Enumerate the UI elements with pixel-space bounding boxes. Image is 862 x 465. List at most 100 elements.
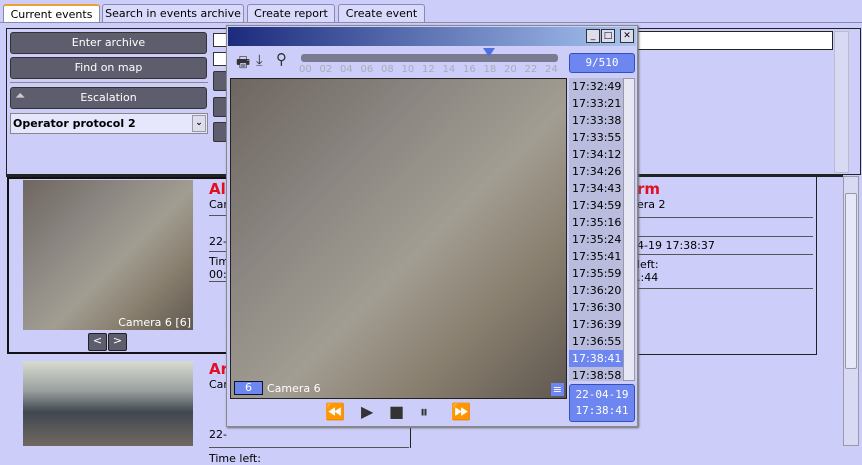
divider [410, 428, 411, 448]
stop-icon[interactable]: ■ [389, 402, 404, 421]
event-thumbnail[interactable] [23, 361, 193, 446]
timeline-tick: 04 [340, 64, 353, 75]
side-button[interactable] [213, 122, 227, 142]
time-list-item[interactable]: 17:36:30 [569, 299, 623, 316]
timeline-ticks: 00 02 04 06 08 10 12 14 16 18 20 22 24 [299, 64, 563, 76]
detail-title: rm [637, 180, 661, 198]
event-detail: rm era 2 4-19 17:38:37 left: .:44 [637, 180, 813, 289]
time-list-item[interactable]: 17:38:58 [569, 367, 623, 381]
timeline-tick: 14 [442, 64, 456, 75]
timeline-tick: 08 [381, 64, 394, 75]
time-list-item[interactable]: 17:34:12 [569, 146, 623, 163]
checkbox[interactable] [213, 33, 227, 47]
time-list-scrollbar[interactable] [623, 78, 635, 381]
comment-input[interactable] [637, 31, 833, 50]
time-list-item[interactable]: 17:32:49 [569, 78, 623, 95]
timeline-tick: 00 [299, 64, 312, 75]
timeline-tick: 18 [483, 64, 497, 75]
pause-icon[interactable]: ⏸ [420, 402, 428, 422]
fast-forward-icon[interactable]: ⏩ [451, 402, 471, 421]
time-list-item[interactable]: 17:34:43 [569, 180, 623, 197]
time-list-item[interactable]: 17:34:26 [569, 163, 623, 180]
timeline-tick: 06 [360, 64, 374, 75]
search-icon[interactable]: ⚲ [276, 50, 287, 68]
event-title: Al [209, 180, 226, 198]
video-view[interactable]: 6 Camera 6 ≡ [230, 78, 567, 399]
play-icon[interactable]: ▶ [361, 402, 373, 421]
detail-camera: era 2 [637, 198, 813, 218]
tab-divider [0, 22, 862, 23]
escalation-button[interactable]: ⏶ Escalation [10, 87, 207, 109]
timeline-tick: 02 [319, 64, 333, 75]
close-icon[interactable]: ✕ [620, 29, 634, 43]
time-list-item[interactable]: 17:36:39 [569, 316, 623, 333]
timeline-tick: 12 [422, 64, 435, 75]
prev-button[interactable]: < [88, 333, 107, 351]
minimize-icon[interactable]: _ [586, 29, 600, 43]
detail-datetime: 4-19 17:38:37 [637, 237, 813, 255]
divider [10, 82, 208, 83]
maximize-icon[interactable]: □ [601, 29, 615, 43]
time-list-item[interactable]: 17:33:21 [569, 95, 623, 112]
detail-time-left-label: left: [637, 258, 659, 271]
rewind-icon[interactable]: ⏪ [325, 402, 345, 421]
timeline-slider[interactable] [301, 54, 558, 62]
time-list-item[interactable]: 17:36:55 [569, 333, 623, 350]
timeline-tick: 24 [545, 64, 558, 75]
event-date: 22- [209, 232, 227, 252]
download-icon[interactable]: ⤓ [256, 51, 263, 69]
tab-search-archive[interactable]: Search in events archive [102, 4, 244, 23]
timeline-tick: 16 [463, 64, 476, 75]
tab-create-event[interactable]: Create event [338, 4, 425, 23]
time-list-item[interactable]: 17:33:55 [569, 129, 623, 146]
player-date: 22-04-19 [575, 388, 629, 401]
time-list-item[interactable]: 17:35:41 [569, 248, 623, 265]
camera-name: Camera 6 [267, 382, 321, 395]
time-list-item[interactable]: 17:35:24 [569, 231, 623, 248]
timeline-tick: 20 [504, 64, 517, 75]
next-button[interactable]: > [108, 333, 127, 351]
time-list-item[interactable]: 17:35:59 [569, 265, 623, 282]
side-button[interactable] [213, 71, 227, 91]
tab-current-events[interactable]: Current events [3, 4, 100, 23]
event-info: Al Car 22- Tim 00: [209, 180, 230, 282]
time-list-item[interactable]: 17:33:38 [569, 112, 623, 129]
side-button[interactable] [213, 97, 227, 117]
time-list-item[interactable]: 17:38:41 [569, 350, 623, 367]
event-camera: Car [209, 198, 228, 216]
time-left-label: Time left: [209, 452, 261, 465]
timeline-tick: 10 [401, 64, 415, 75]
time-left-value: 00: [209, 268, 227, 282]
print-icon[interactable]: 🖶 [236, 52, 250, 77]
time-list-item[interactable]: 17:36:20 [569, 282, 623, 299]
enter-archive-button[interactable]: Enter archive [10, 32, 207, 54]
checkbox[interactable] [213, 52, 227, 66]
tab-create-report[interactable]: Create report [247, 4, 335, 23]
divider [637, 218, 813, 237]
player-window: _ □ ✕ 🖶 ⤓ ⚲ 00 02 04 06 08 10 12 14 16 18 20 22 24 9… [226, 25, 638, 427]
time-left-label: Tim [209, 255, 230, 268]
protocol-select[interactable]: Operator protocol 2 ⌄ [10, 113, 208, 134]
event-thumbnail[interactable]: Camera 6 [6] [23, 180, 193, 330]
timeline-knob[interactable] [483, 48, 496, 57]
events-scrollbar[interactable] [843, 176, 859, 446]
time-list-item[interactable]: 17:35:16 [569, 214, 623, 231]
time-list[interactable]: 17:32:49 17:33:21 17:33:38 17:33:55 17:34:12… [569, 78, 623, 381]
protocol-value: Operator protocol 2 [13, 117, 136, 130]
datetime-display: 22-04-19 17:38:41 [569, 384, 635, 422]
frame-counter: 9/510 [569, 53, 635, 73]
event-date: 22- [209, 428, 409, 448]
scrollbar-thumb[interactable] [845, 193, 857, 369]
escalation-label: Escalation [80, 91, 137, 104]
comment-scrollbar[interactable] [834, 31, 849, 173]
menu-icon[interactable]: ≡ [550, 383, 564, 396]
chevron-down-icon[interactable]: ⌄ [192, 115, 206, 132]
escalation-icon: ⏶ [15, 89, 26, 104]
find-on-map-button[interactable]: Find on map [10, 57, 207, 79]
time-list-item[interactable]: 17:34:59 [569, 197, 623, 214]
player-time: 17:38:41 [575, 404, 629, 417]
timeline-tick: 22 [524, 64, 538, 75]
detail-time-left: .:44 [637, 271, 813, 289]
thumbnail-caption: Camera 6 [6] [118, 316, 191, 329]
player-title-bar[interactable] [228, 27, 636, 46]
